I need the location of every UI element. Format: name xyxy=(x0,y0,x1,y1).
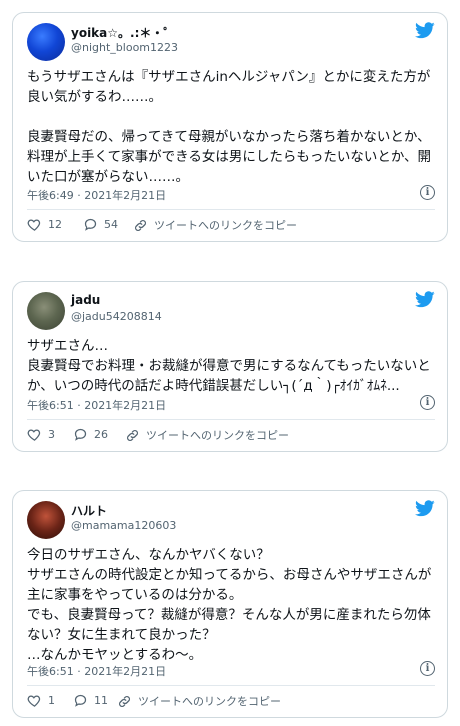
user-handle[interactable]: @jadu54208814 xyxy=(71,310,162,323)
reply-icon xyxy=(74,428,87,441)
copy-link-label: ツイートへのリンクをコピー xyxy=(146,429,289,442)
like-count: 1 xyxy=(48,694,55,707)
tweet-actions: 12 54 ツイートへのリンクをコピー xyxy=(27,217,435,237)
link-icon xyxy=(135,219,146,231)
info-icon[interactable]: i xyxy=(420,185,435,200)
twitter-bird-icon[interactable] xyxy=(415,22,435,39)
heart-icon xyxy=(27,219,41,231)
tweet-actions: 3 26 ツイートへのリンクをコピー xyxy=(27,427,435,447)
reply-icon xyxy=(74,694,87,707)
like-count: 12 xyxy=(48,218,62,231)
divider xyxy=(27,419,435,420)
heart-icon xyxy=(27,429,41,441)
divider xyxy=(27,209,435,210)
tweet-card[interactable]: jadu @jadu54208814 サザエさん… 良妻賢母でお料理・お裁縫が得… xyxy=(12,281,448,452)
tweet-text: 今日のサザエさん、なんかヤバくない？ サザエさんの時代設定とか知ってるから、お母… xyxy=(27,547,432,663)
tweet-text: もうサザエさんは『サザエさんinヘルジャパン』とかに変えた方が良い気がするわ……… xyxy=(27,69,432,185)
copy-link-label: ツイートへのリンクをコピー xyxy=(154,219,297,232)
tweet-text: サザエさん… 良妻賢母でお料理・お裁縫が得意で男にするなんてもったいないとか、い… xyxy=(27,338,431,394)
reply-count: 11 xyxy=(94,694,108,707)
divider xyxy=(27,685,435,686)
reply-icon xyxy=(84,218,97,231)
like-button[interactable]: 1 xyxy=(27,693,55,708)
tweet-card[interactable]: yoika☆。.:＊・゜ @night_bloom1223 もうサザエさんは『サ… xyxy=(12,12,448,242)
tweet-timestamp[interactable]: 午後6:49 · 2021年2月21日 xyxy=(27,187,166,203)
like-button[interactable]: 12 xyxy=(27,217,62,232)
tweet-card[interactable]: ハルト @mamama120603 今日のサザエさん、なんかヤバくない？ サザエ… xyxy=(12,490,448,718)
copy-link-button[interactable]: ツイートへのリンクをコピー xyxy=(117,693,281,709)
display-name[interactable]: jadu xyxy=(71,293,100,307)
avatar[interactable] xyxy=(27,501,65,539)
reply-button[interactable]: 54 xyxy=(83,217,118,232)
copy-link-button[interactable]: ツイートへのリンクをコピー xyxy=(125,427,289,443)
reply-button[interactable]: 11 xyxy=(73,693,108,708)
like-button[interactable]: 3 xyxy=(27,427,55,442)
reply-button[interactable]: 26 xyxy=(73,427,108,442)
tweet-timestamp[interactable]: 午後6:51 · 2021年2月21日 xyxy=(27,397,166,413)
link-icon xyxy=(119,695,130,707)
info-icon[interactable]: i xyxy=(420,395,435,410)
copy-link-label: ツイートへのリンクをコピー xyxy=(138,695,281,708)
like-count: 3 xyxy=(48,428,55,441)
avatar[interactable] xyxy=(27,292,65,330)
twitter-bird-icon[interactable] xyxy=(415,291,435,308)
reply-count: 26 xyxy=(94,428,108,441)
reply-count: 54 xyxy=(104,218,118,231)
display-name[interactable]: ハルト xyxy=(71,502,107,519)
tweet-actions: 1 11 ツイートへのリンクをコピー xyxy=(27,693,435,713)
user-handle[interactable]: @mamama120603 xyxy=(71,519,176,532)
info-icon[interactable]: i xyxy=(420,661,435,676)
twitter-bird-icon[interactable] xyxy=(415,500,435,517)
heart-icon xyxy=(27,695,41,707)
avatar[interactable] xyxy=(27,23,65,61)
user-handle[interactable]: @night_bloom1223 xyxy=(71,41,178,54)
link-icon xyxy=(127,429,138,441)
copy-link-button[interactable]: ツイートへのリンクをコピー xyxy=(133,217,297,233)
display-name[interactable]: yoika☆。.:＊・゜ xyxy=(71,24,175,41)
tweet-timestamp[interactable]: 午後6:51 · 2021年2月21日 xyxy=(27,663,166,679)
